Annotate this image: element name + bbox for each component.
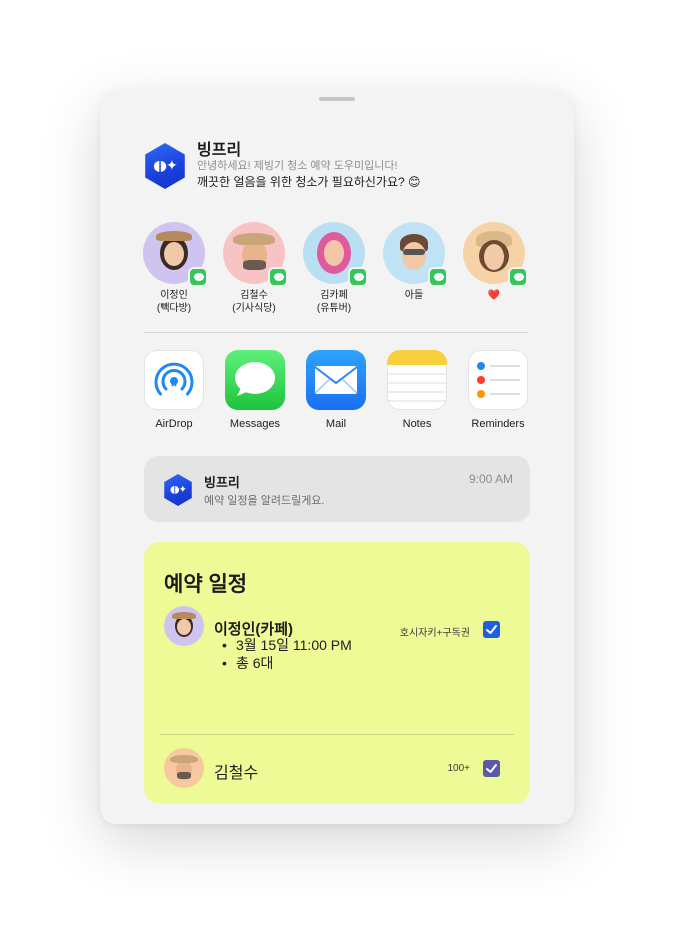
notification-title: 빙프리 (204, 475, 240, 490)
airdrop-icon (144, 350, 204, 410)
contact-item[interactable]: 김철수 (기사식당) (222, 222, 288, 315)
avatar (463, 222, 528, 287)
share-app-messages[interactable]: Messages (223, 350, 287, 430)
avatar (143, 222, 208, 287)
contact-subname: (빽다방) (156, 303, 192, 314)
contact-name: 아들 (404, 290, 424, 301)
contact-name: 이정인 (160, 290, 188, 301)
section-divider (144, 332, 528, 333)
contact-name: 김카페 (320, 290, 348, 301)
share-app-airdrop[interactable]: AirDrop (142, 350, 206, 430)
contact-subname: (기사식당) (232, 303, 276, 314)
messages-badge-icon (348, 267, 368, 287)
schedule-row-checkbox[interactable] (483, 621, 500, 638)
contacts-row: 이정인 (빽다방) 김철수 (기사식당) 김카페 (유튜버) 아들 ❤️ (142, 222, 542, 322)
schedule-title: 예약 일정 (164, 573, 248, 596)
avatar (164, 606, 204, 646)
schedule-card: 예약 일정 이정인(카페) 3월 15일 11:00 PM 총 6대 호시자키+… (144, 542, 530, 804)
notification-preview[interactable]: ◖◗✦ 빙프리 예약 일정을 알려드릴게요. 9:00 AM (144, 456, 530, 522)
app-label: Reminders (471, 418, 525, 430)
schedule-row-name: 김철수 (214, 765, 259, 782)
schedule-row-tag: 100+ (447, 763, 470, 774)
avatar (383, 222, 448, 287)
app-label: Notes (402, 418, 432, 430)
contact-item[interactable]: 이정인 (빽다방) (142, 222, 208, 315)
avatar (164, 748, 204, 788)
share-sheet: ◖◗✦ 빙프리 안녕하세요! 제빙기 청소 예약 도우미입니다! 깨끗한 얼음을… (100, 90, 574, 824)
avatar (303, 222, 368, 287)
contact-name: 김철수 (240, 290, 268, 301)
checkmark-icon (486, 764, 497, 773)
messages-badge-icon (428, 267, 448, 287)
schedule-detail-date: 3월 15일 11:00 PM (222, 636, 352, 654)
contact-subname: (유튜버) (316, 303, 352, 314)
card-divider (160, 734, 514, 735)
app-label: AirDrop (155, 418, 193, 430)
schedule-row-checkbox[interactable] (483, 760, 500, 777)
reminders-icon (468, 350, 528, 410)
notification-app-icon: ◖◗✦ (162, 474, 194, 506)
app-label: Mail (325, 418, 347, 430)
checkmark-icon (486, 625, 497, 634)
contact-item[interactable]: ❤️ (462, 222, 528, 302)
messages-badge-icon (508, 267, 528, 287)
sparkle-hexagon-icon: ◖◗✦ (164, 474, 192, 506)
share-app-reminders[interactable]: Reminders (466, 350, 530, 430)
app-label: Messages (229, 418, 281, 430)
contact-item[interactable]: 아들 (382, 222, 448, 302)
app-subtitle: 안녕하세요! 제빙기 청소 예약 도우미입니다! (197, 160, 398, 172)
contact-name: ❤️ (487, 290, 501, 301)
share-message: 깨끗한 얼음을 위한 청소가 필요하신가요? 😊 (197, 175, 421, 189)
notes-icon (387, 350, 447, 410)
sparkle-hexagon-icon: ◖◗✦ (145, 143, 185, 189)
notification-body: 예약 일정을 알려드릴게요. (204, 495, 325, 507)
share-app-notes[interactable]: Notes (385, 350, 449, 430)
app-icon: ◖◗✦ (142, 143, 188, 189)
apps-row: AirDrop Messages Mail Notes Reminders (142, 350, 542, 440)
notification-time: 9:00 AM (468, 472, 513, 486)
share-app-mail[interactable]: Mail (304, 350, 368, 430)
schedule-detail-count: 총 6대 (222, 654, 352, 672)
messages-badge-icon (188, 267, 208, 287)
mail-icon (306, 350, 366, 410)
contact-item[interactable]: 김카페 (유튜버) (302, 222, 368, 315)
sheet-grabber[interactable] (319, 97, 355, 101)
avatar (223, 222, 288, 287)
messages-icon (225, 350, 285, 410)
schedule-row-tag: 호시자키+구독권 (399, 628, 470, 639)
schedule-row-details: 3월 15일 11:00 PM 총 6대 (222, 636, 352, 672)
messages-badge-icon (268, 267, 288, 287)
